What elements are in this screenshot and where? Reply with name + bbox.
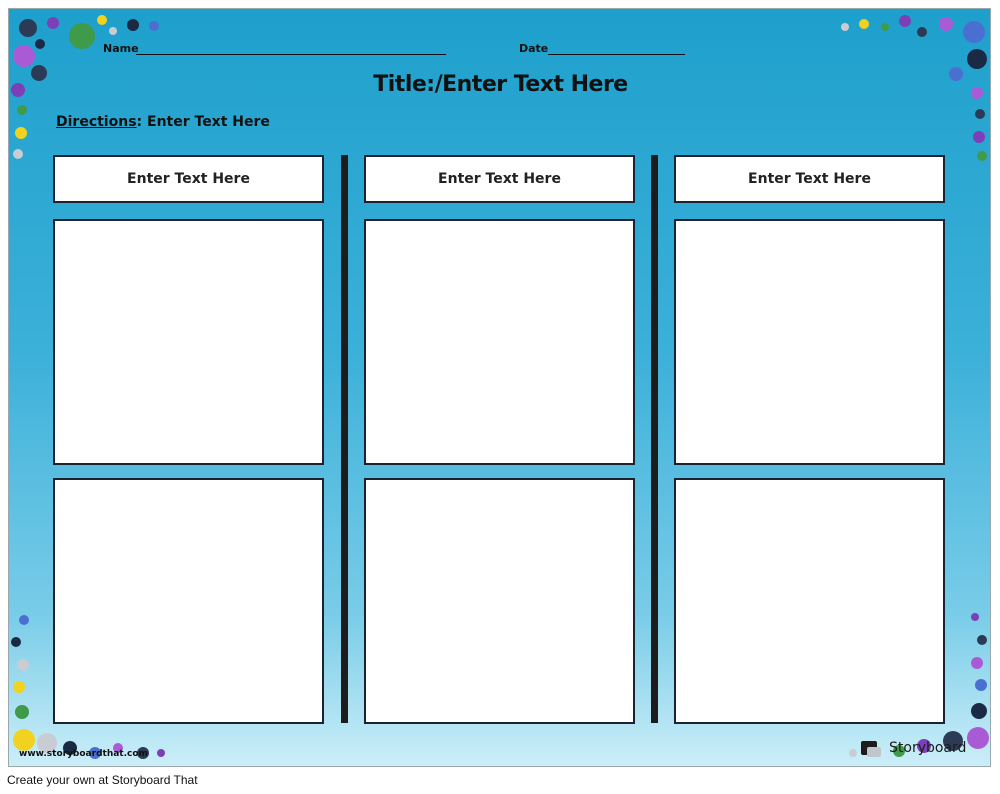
planet-dot [15, 705, 29, 719]
planet-dot [17, 105, 27, 115]
planet-dot [971, 613, 979, 621]
planet-dot [917, 27, 927, 37]
planet-dot [11, 637, 21, 647]
planet-dot [19, 19, 37, 37]
planet-dot [841, 23, 849, 31]
directions-text: : Enter Text Here [136, 114, 270, 130]
planet-dot [69, 23, 95, 49]
directions[interactable]: Directions: Enter Text Here [56, 114, 270, 130]
planet-dot [967, 49, 987, 69]
column-2-cell-2[interactable] [364, 478, 635, 724]
planet-dot [149, 21, 159, 31]
planet-dot [963, 21, 985, 43]
column-3-header[interactable]: Enter Text Here [674, 155, 945, 203]
planet-dot [973, 131, 985, 143]
worksheet-title[interactable]: Title:/Enter Text Here [9, 72, 990, 97]
column-divider-2 [651, 155, 658, 723]
planet-dot [19, 615, 29, 625]
planet-dot [859, 19, 869, 29]
column-3-cell-2[interactable] [674, 478, 945, 724]
planet-dot [97, 15, 107, 25]
planet-dot [971, 657, 983, 669]
planet-dot [849, 749, 857, 757]
planet-dot [967, 727, 989, 749]
storyboard-logo[interactable]: Storyboard [861, 740, 967, 757]
planet-dot [881, 23, 889, 31]
planet-dot [971, 703, 987, 719]
planet-dot [17, 659, 29, 671]
planet-dot [47, 17, 59, 29]
planet-dot [975, 679, 987, 691]
column-1-header[interactable]: Enter Text Here [53, 155, 324, 203]
column-divider-1 [341, 155, 348, 723]
planet-dot [13, 729, 35, 751]
planet-dot [109, 27, 117, 35]
planet-dot [13, 681, 25, 693]
planet-dot [899, 15, 911, 27]
column-1-cell-2[interactable] [53, 478, 324, 724]
planet-dot [975, 109, 985, 119]
planet-dot [13, 149, 23, 159]
planet-dot [13, 45, 35, 67]
planet-dot [127, 19, 139, 31]
planet-dot [15, 127, 27, 139]
footer-link[interactable]: Create your own at Storyboard That [7, 773, 198, 787]
date-label: Date [519, 42, 549, 55]
column-1-cell-1[interactable] [53, 219, 324, 465]
date-line[interactable] [548, 54, 685, 55]
name-label: Name [103, 42, 139, 55]
planet-dot [35, 39, 45, 49]
column-3-cell-1[interactable] [674, 219, 945, 465]
planet-dot [939, 17, 953, 31]
worksheet-page: Name Date Title:/Enter Text Here Directi… [8, 8, 991, 767]
name-line[interactable] [136, 54, 446, 55]
storyboard-logo-icon [861, 741, 881, 757]
directions-label: Directions [56, 114, 137, 130]
column-2-cell-1[interactable] [364, 219, 635, 465]
watermark-url: www.storyboardthat.com [19, 749, 148, 759]
planet-dot [977, 151, 987, 161]
logo-text: Storyboard [889, 740, 967, 756]
planet-dot [157, 749, 165, 757]
column-2-header[interactable]: Enter Text Here [364, 155, 635, 203]
planet-dot [977, 635, 987, 645]
